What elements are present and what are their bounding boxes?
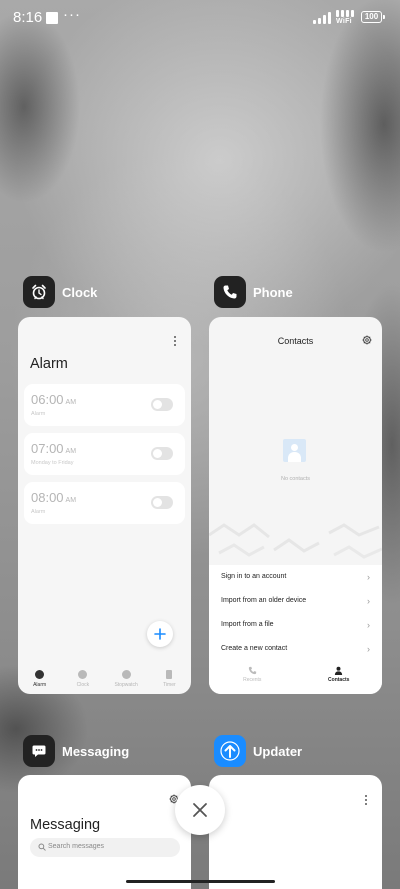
- tab-clock[interactable]: Clock: [61, 666, 104, 694]
- tab-timer[interactable]: Timer: [148, 666, 191, 694]
- tab-stopwatch[interactable]: Stopwatch: [105, 666, 148, 694]
- chevron-right-icon: ›: [367, 572, 370, 582]
- phone-app-card[interactable]: Contacts No contacts Sign in to an accou…: [209, 317, 382, 694]
- alarm-label: Alarm: [31, 509, 46, 515]
- app-name-messaging: Messaging: [62, 743, 130, 759]
- search-icon: [38, 843, 46, 851]
- chevron-right-icon: ›: [367, 620, 370, 630]
- create-contact-item[interactable]: Create a new contact ›: [209, 637, 382, 661]
- chevron-right-icon: ›: [367, 644, 370, 654]
- battery-icon: 100: [361, 11, 385, 23]
- clock-tab-icon: [78, 670, 88, 679]
- app-name-updater: Updater: [253, 743, 303, 759]
- alarm-toggle[interactable]: [151, 398, 173, 411]
- plus-icon: [154, 628, 166, 640]
- app-header-clock[interactable]: Clock: [23, 276, 97, 308]
- updater-app-card[interactable]: [209, 775, 382, 889]
- app-header-phone[interactable]: Phone: [214, 276, 293, 308]
- stopwatch-tab-icon: [121, 670, 131, 679]
- phone-bottom-nav: Recents Contacts: [209, 660, 382, 694]
- alarm-tab-icon: [35, 670, 45, 679]
- app-header-messaging[interactable]: Messaging: [23, 735, 129, 767]
- alarm-toggle[interactable]: [151, 496, 173, 509]
- app-header-updater[interactable]: Updater: [214, 735, 302, 767]
- close-icon: [193, 803, 207, 817]
- tab-recents[interactable]: Recents: [209, 660, 296, 694]
- add-alarm-button[interactable]: [147, 621, 173, 647]
- import-older-device-item[interactable]: Import from an older device ›: [209, 589, 382, 613]
- app-name-phone: Phone: [253, 284, 293, 300]
- sign-in-account-item[interactable]: Sign in to an account ›: [209, 565, 382, 589]
- phone-icon[interactable]: [214, 276, 246, 308]
- settings-gear-icon[interactable]: [362, 335, 372, 345]
- wifi-label: WiFi: [336, 18, 352, 25]
- more-options-icon[interactable]: [365, 795, 368, 806]
- message-icon[interactable]: [23, 735, 55, 767]
- tab-alarm[interactable]: Alarm: [18, 666, 61, 694]
- tab-contacts[interactable]: Contacts: [296, 660, 383, 694]
- alarm-label: Monday to Friday: [31, 460, 74, 466]
- alarm-time: 08:00: [31, 490, 64, 505]
- messaging-page-title: Messaging: [30, 817, 101, 833]
- alarm-page-title: Alarm: [30, 356, 68, 372]
- contacts-page-title: Contacts: [277, 336, 314, 346]
- no-contacts-illustration: [283, 439, 306, 462]
- alarm-time: 06:00: [31, 392, 64, 407]
- recents-phone-icon: [248, 666, 256, 675]
- alarm-time: 07:00: [31, 441, 64, 456]
- alarm-toggle[interactable]: [151, 447, 173, 460]
- import-file-item[interactable]: Import from a file ›: [209, 613, 382, 637]
- more-options-icon[interactable]: [174, 336, 177, 347]
- alarm-ampm: AM: [65, 399, 77, 406]
- alarm-item[interactable]: 06:00 AM Alarm: [24, 384, 185, 426]
- upload-arrow-icon[interactable]: [214, 735, 246, 767]
- signal-icon: [313, 12, 333, 24]
- search-messages-input[interactable]: Search messages: [30, 838, 180, 857]
- search-placeholder: Search messages: [48, 843, 105, 850]
- more-notifications-icon: ···: [63, 6, 81, 23]
- alarm-clock-icon[interactable]: [23, 276, 55, 308]
- messaging-app-card[interactable]: Messaging Search messages: [18, 775, 191, 889]
- alarm-ampm: AM: [65, 497, 77, 504]
- home-indicator[interactable]: [126, 880, 275, 883]
- status-time: 8:16: [13, 9, 43, 26]
- notification-icon: [46, 12, 58, 24]
- alarm-item[interactable]: 07:00 AM Monday to Friday: [24, 433, 185, 475]
- timer-tab-icon: [166, 670, 173, 679]
- clock-app-card[interactable]: Alarm 06:00 AM Alarm 07:00 AM Monday to Fr…: [18, 317, 191, 694]
- clear-all-button[interactable]: [175, 785, 225, 835]
- contacts-menu: Sign in to an account › Import from an ol…: [209, 565, 382, 661]
- alarm-label: Alarm: [31, 411, 46, 417]
- alarm-ampm: AM: [65, 448, 77, 455]
- app-name-clock: Clock: [62, 284, 98, 300]
- contacts-person-icon: [335, 666, 343, 675]
- background-pattern: [209, 523, 382, 559]
- chevron-right-icon: ›: [367, 596, 370, 606]
- status-bar: 8:16 ··· WiFi 100: [0, 0, 400, 34]
- alarm-item[interactable]: 08:00 AM Alarm: [24, 482, 185, 524]
- no-contacts-text: No contacts: [280, 476, 311, 482]
- wifi-icon: WiFi: [336, 10, 358, 26]
- clock-bottom-nav: Alarm Clock Stopwatch Timer: [18, 666, 191, 694]
